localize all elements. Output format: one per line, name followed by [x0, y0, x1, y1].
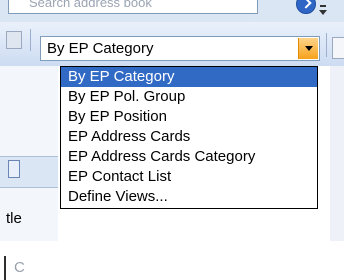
toolbar-right-icon[interactable] [332, 37, 344, 59]
current-view-combobox[interactable]: By EP Category [40, 36, 320, 61]
view-dropdown-list: By EP Category By EP Pol. Group By EP Po… [60, 66, 318, 209]
dropdown-arrow-icon[interactable] [298, 38, 318, 59]
view-option-define-views[interactable]: Define Views... [61, 187, 317, 207]
column-header-partial: tle [6, 210, 22, 227]
panel-document-icon [8, 160, 20, 178]
toolbar-separator-right [326, 33, 327, 57]
view-option-ep-address-cards[interactable]: EP Address Cards [61, 127, 317, 147]
view-option-ep-contact-list[interactable]: EP Contact List [61, 167, 317, 187]
toolbar-page-icon[interactable] [6, 31, 22, 49]
view-option-by-ep-position[interactable]: By EP Position [61, 107, 317, 127]
toolbar-separator [30, 29, 31, 51]
background-panel: tle C [0, 66, 58, 280]
current-view-value: By EP Category [47, 40, 154, 57]
panel-divider [4, 256, 6, 280]
view-option-by-ep-pol-group[interactable]: By EP Pol. Group [61, 87, 317, 107]
toolbar-overflow-icon[interactable] [318, 4, 328, 18]
search-address-book-input[interactable]: Search address book [8, 0, 258, 14]
partial-label: C [14, 259, 25, 276]
search-toolbar: Search address book [0, 0, 344, 22]
view-option-by-ep-category[interactable]: By EP Category [61, 67, 317, 87]
right-panel-edge [330, 66, 344, 241]
search-go-icon[interactable] [296, 0, 316, 14]
view-option-ep-address-cards-category[interactable]: EP Address Cards Category [61, 147, 317, 167]
